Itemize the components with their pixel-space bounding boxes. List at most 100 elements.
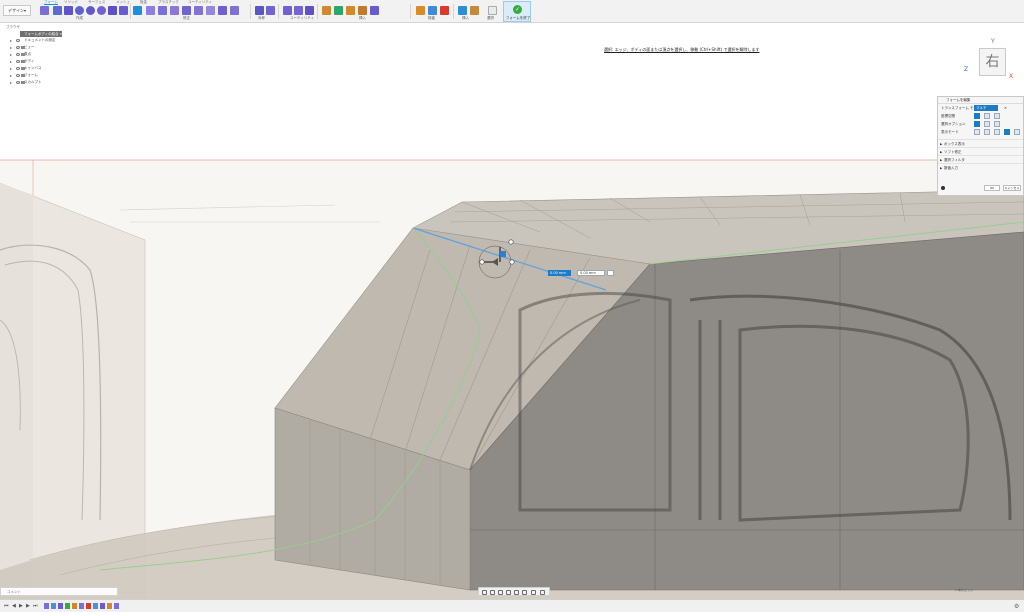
display-mode-icon[interactable] [283,6,292,15]
rotate-icon[interactable] [984,129,990,135]
insert-svg-icon[interactable] [334,6,343,15]
uncrease-icon[interactable] [218,6,227,15]
plane-icon[interactable] [64,6,73,15]
play-icon[interactable]: ▶ [19,603,23,609]
group-select[interactable]: 選択 [487,16,494,21]
tree-item-origin[interactable]: ▸ 原点 [0,51,70,58]
mirror-duplicate-icon[interactable] [266,6,275,15]
eye-icon[interactable] [16,81,20,84]
scale-icon[interactable] [994,129,1000,135]
merge-edge-icon[interactable] [194,6,203,15]
timeline-feature-icon[interactable] [65,603,70,609]
insert-component-icon[interactable] [470,6,479,15]
group-insert[interactable]: 挿入 [359,16,366,21]
timeline-feature-icon[interactable] [44,603,49,609]
timeline-feature-icon[interactable] [93,603,98,609]
view-space-icon[interactable] [984,113,990,119]
group-inspect[interactable]: 検査 [428,16,435,21]
measure-icon[interactable] [416,6,425,15]
go-to-start-icon[interactable]: ⏮ [4,603,9,609]
comments-bar[interactable]: コメント [0,587,118,596]
expand-icon[interactable]: ▸ [10,79,12,86]
tab-plastic[interactable]: プラスチック [158,0,179,5]
mode-dropdown[interactable]: マルチ [974,105,998,111]
selection-filter-section[interactable]: ▶ 選択フィルタ [938,155,1023,163]
repair-body-icon[interactable] [294,6,303,15]
bridge-icon[interactable] [170,6,179,15]
pan-icon[interactable] [498,590,503,595]
group-insert-2[interactable]: 挿入 [462,16,469,21]
tree-item-doc-settings[interactable]: ▸ ドキュメントの設定 [0,37,70,44]
box-icon[interactable] [53,6,62,15]
tab-sheetmetal[interactable]: 板金 [140,0,147,5]
close-icon[interactable]: ✕ [1004,104,1007,112]
timeline-feature-icon[interactable] [86,603,91,609]
timeline-feature-icon[interactable] [58,603,63,609]
plane-transform-icon[interactable] [1014,129,1020,135]
insert-edge-icon[interactable] [146,6,155,15]
cylinder-icon[interactable] [75,6,84,15]
local-space-icon[interactable] [994,113,1000,119]
viewports-icon[interactable] [540,590,545,595]
box-display-section[interactable]: ▶ ボックス表示 [938,139,1023,147]
expand-icon[interactable]: ▸ [10,44,12,51]
expand-icon[interactable]: ▸ [10,37,12,44]
eye-icon[interactable] [16,74,20,77]
group-utilities[interactable]: ユーティリティ [290,16,314,21]
pipe-icon[interactable] [119,6,128,15]
make-uniform-icon[interactable] [305,6,314,15]
insert-dxf-icon[interactable] [346,6,355,15]
select-ring-icon[interactable] [994,121,1000,127]
expand-icon[interactable]: ▸ [10,72,12,79]
translate-icon[interactable] [974,129,980,135]
insert-image-icon[interactable] [458,6,467,15]
display-settings-icon[interactable] [522,590,527,595]
tree-item-forms[interactable]: ▸ フォーム [0,72,70,79]
decal-icon[interactable] [358,6,367,15]
help-icon[interactable] [941,186,945,190]
crease-icon[interactable] [206,6,215,15]
soft-modify-section[interactable]: ▶ ソフト修正 [938,147,1023,155]
go-to-end-icon[interactable]: ⏭ [33,603,38,609]
ok-button[interactable]: OK [984,185,1000,191]
step-forward-icon[interactable]: ▶ [26,603,30,609]
eye-icon[interactable] [16,67,20,70]
edit-form-icon[interactable] [133,6,142,15]
timeline-feature-icon[interactable] [114,603,119,609]
mirror-internal-icon[interactable] [255,6,264,15]
cancel-button[interactable]: キャンセル [1003,185,1021,191]
subdivide-icon[interactable] [158,6,167,15]
gear-icon[interactable]: ⚙ [1014,603,1019,610]
eye-icon[interactable] [16,53,20,56]
tree-item-sculpt[interactable]: ▸ スカルプト [0,79,70,86]
quadball-icon[interactable] [108,6,117,15]
tab-form[interactable]: フォーム [44,0,58,5]
finish-form-button[interactable]: ✓ フォームを終了 [503,1,531,22]
timeline-feature-icon[interactable] [107,603,112,609]
all-transform-icon[interactable] [1004,129,1010,135]
tree-item-bodies[interactable]: ▸ ボディ [0,58,70,65]
select-all-icon[interactable] [974,121,980,127]
timeline-feature-icon[interactable] [51,603,56,609]
insert-mesh-icon[interactable] [322,6,331,15]
timeline-feature-icon[interactable] [100,603,105,609]
fill-hole-icon[interactable] [182,6,191,15]
section-analysis-icon[interactable] [440,6,449,15]
grid-icon[interactable] [531,590,536,595]
step-back-icon[interactable]: ◀ [12,603,16,609]
tab-solid[interactable]: ソリッド [64,0,78,5]
dimension-input-1[interactable]: 0.00 mm [548,270,571,276]
tab-mesh[interactable]: メッシュ [116,0,130,5]
tab-utility[interactable]: ユーティリティ [188,0,212,5]
timeline-feature-icon[interactable] [72,603,77,609]
flatten-icon[interactable] [230,6,239,15]
tab-surface[interactable]: サーフェス [88,0,105,5]
world-space-icon[interactable] [974,113,980,119]
eye-icon[interactable] [16,60,20,63]
group-create[interactable]: 作成 [76,16,83,21]
sphere-icon[interactable] [86,6,95,15]
group-symmetry[interactable]: 対称 [258,16,265,21]
tree-item-views[interactable]: ▸ ビュー [0,44,70,51]
viewport-canvas[interactable] [0,23,1024,599]
timeline-feature-icon[interactable] [79,603,84,609]
